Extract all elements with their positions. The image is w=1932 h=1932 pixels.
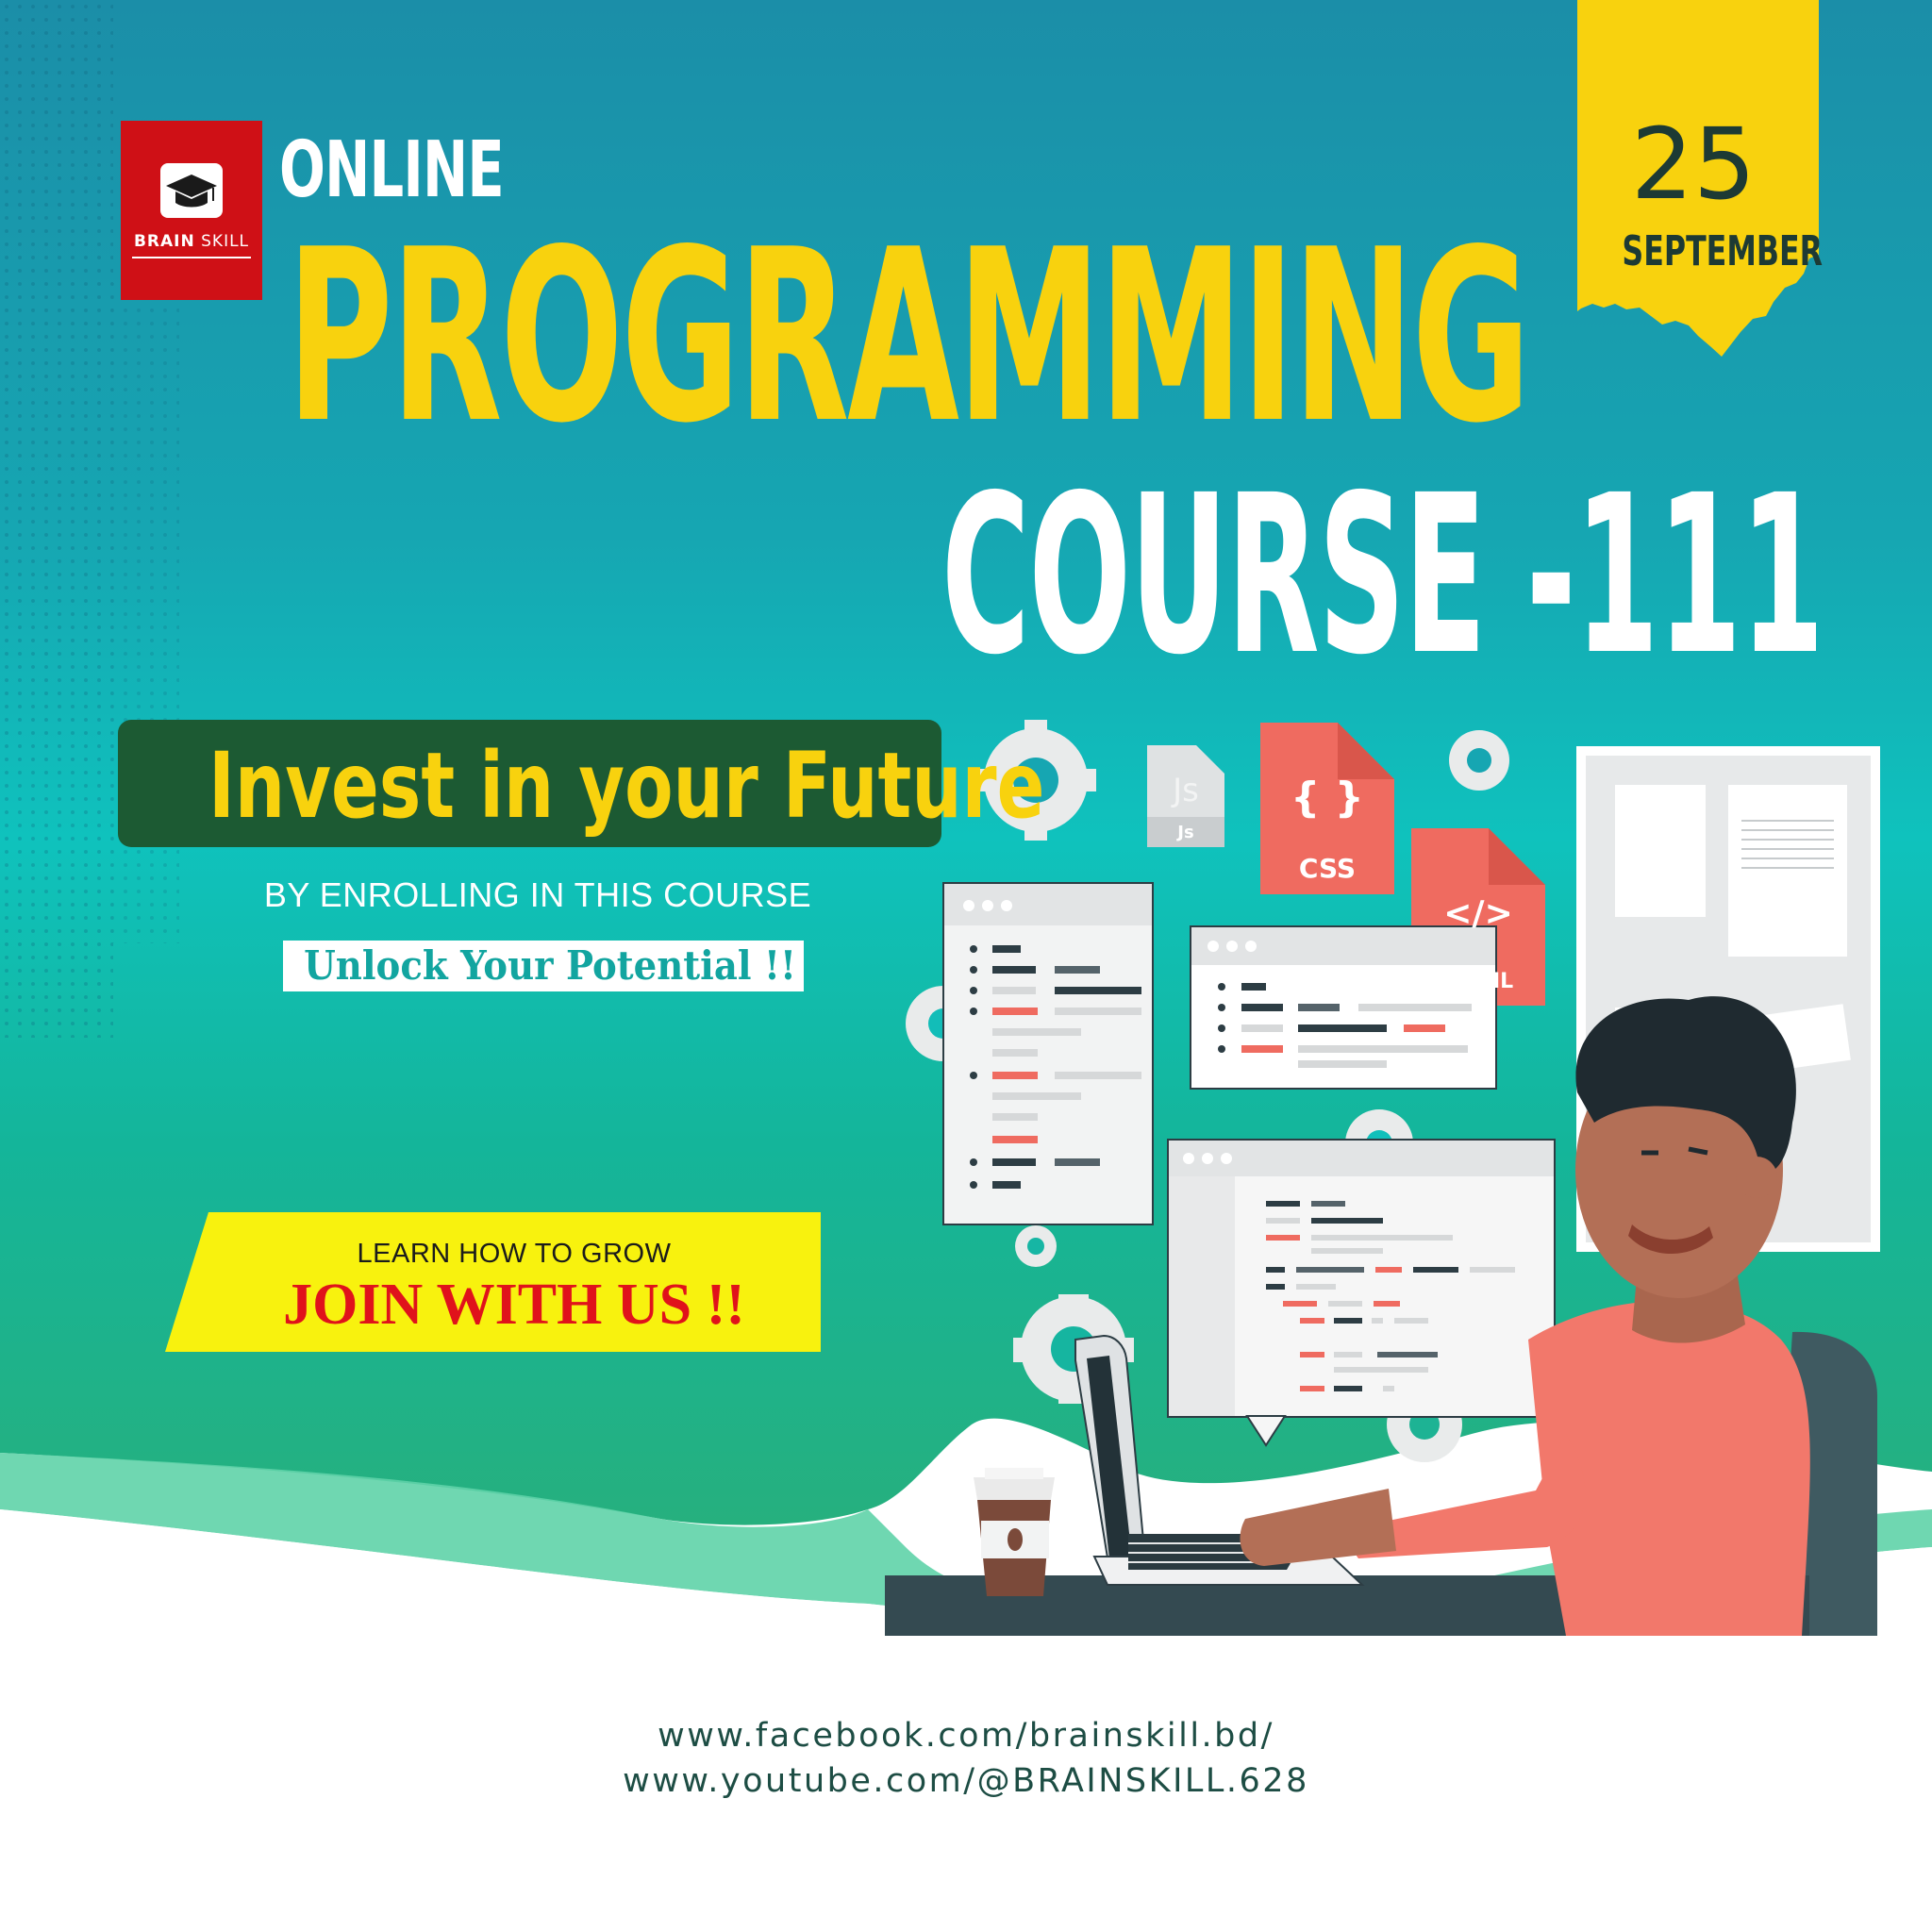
cta-learn-text: LEARN HOW TO GROW	[357, 1239, 672, 1269]
date-month: SEPTEMBER	[1622, 227, 1824, 275]
graduation-cap-icon	[160, 163, 223, 218]
cta-join-button[interactable]: JOIN WITH US !!	[208, 1275, 821, 1334]
html-file-label: IL	[1492, 970, 1514, 993]
poster: BRAIN SKILL ONLINE PROGRAMMING COURSE -1…	[0, 0, 1932, 1932]
facebook-link[interactable]: www.facebook.com/brainskill.bd/	[0, 1717, 1932, 1755]
headline-programming: PROGRAMMING	[287, 199, 1531, 475]
enroll-text: BY ENROLLING IN THIS COURSE	[263, 875, 812, 914]
invest-banner: Invest in your Future	[118, 720, 1045, 847]
css-file-label: CSS	[1298, 853, 1357, 884]
js-file-label: Js	[1177, 823, 1194, 842]
html-tag-icon: </>	[1443, 894, 1513, 933]
invest-text: Invest in your Future	[208, 733, 1045, 839]
headline-course-code: COURSE -111	[941, 448, 1824, 703]
unlock-badge: Unlock Your Potential !!	[283, 941, 804, 991]
brand-name: BRAIN SKILL	[133, 232, 250, 251]
youtube-link[interactable]: www.youtube.com/@BRAINSKILL.628	[0, 1762, 1932, 1800]
unlock-text: Unlock Your Potential !!	[304, 942, 796, 989]
brand-logo: BRAIN SKILL	[121, 121, 262, 300]
date-day: 25	[1630, 107, 1757, 222]
headline-online: ONLINE	[279, 125, 505, 215]
js-file-icon: Js	[1173, 772, 1199, 809]
css-braces-icon: { }	[1291, 774, 1364, 822]
brand-underline	[132, 257, 251, 258]
